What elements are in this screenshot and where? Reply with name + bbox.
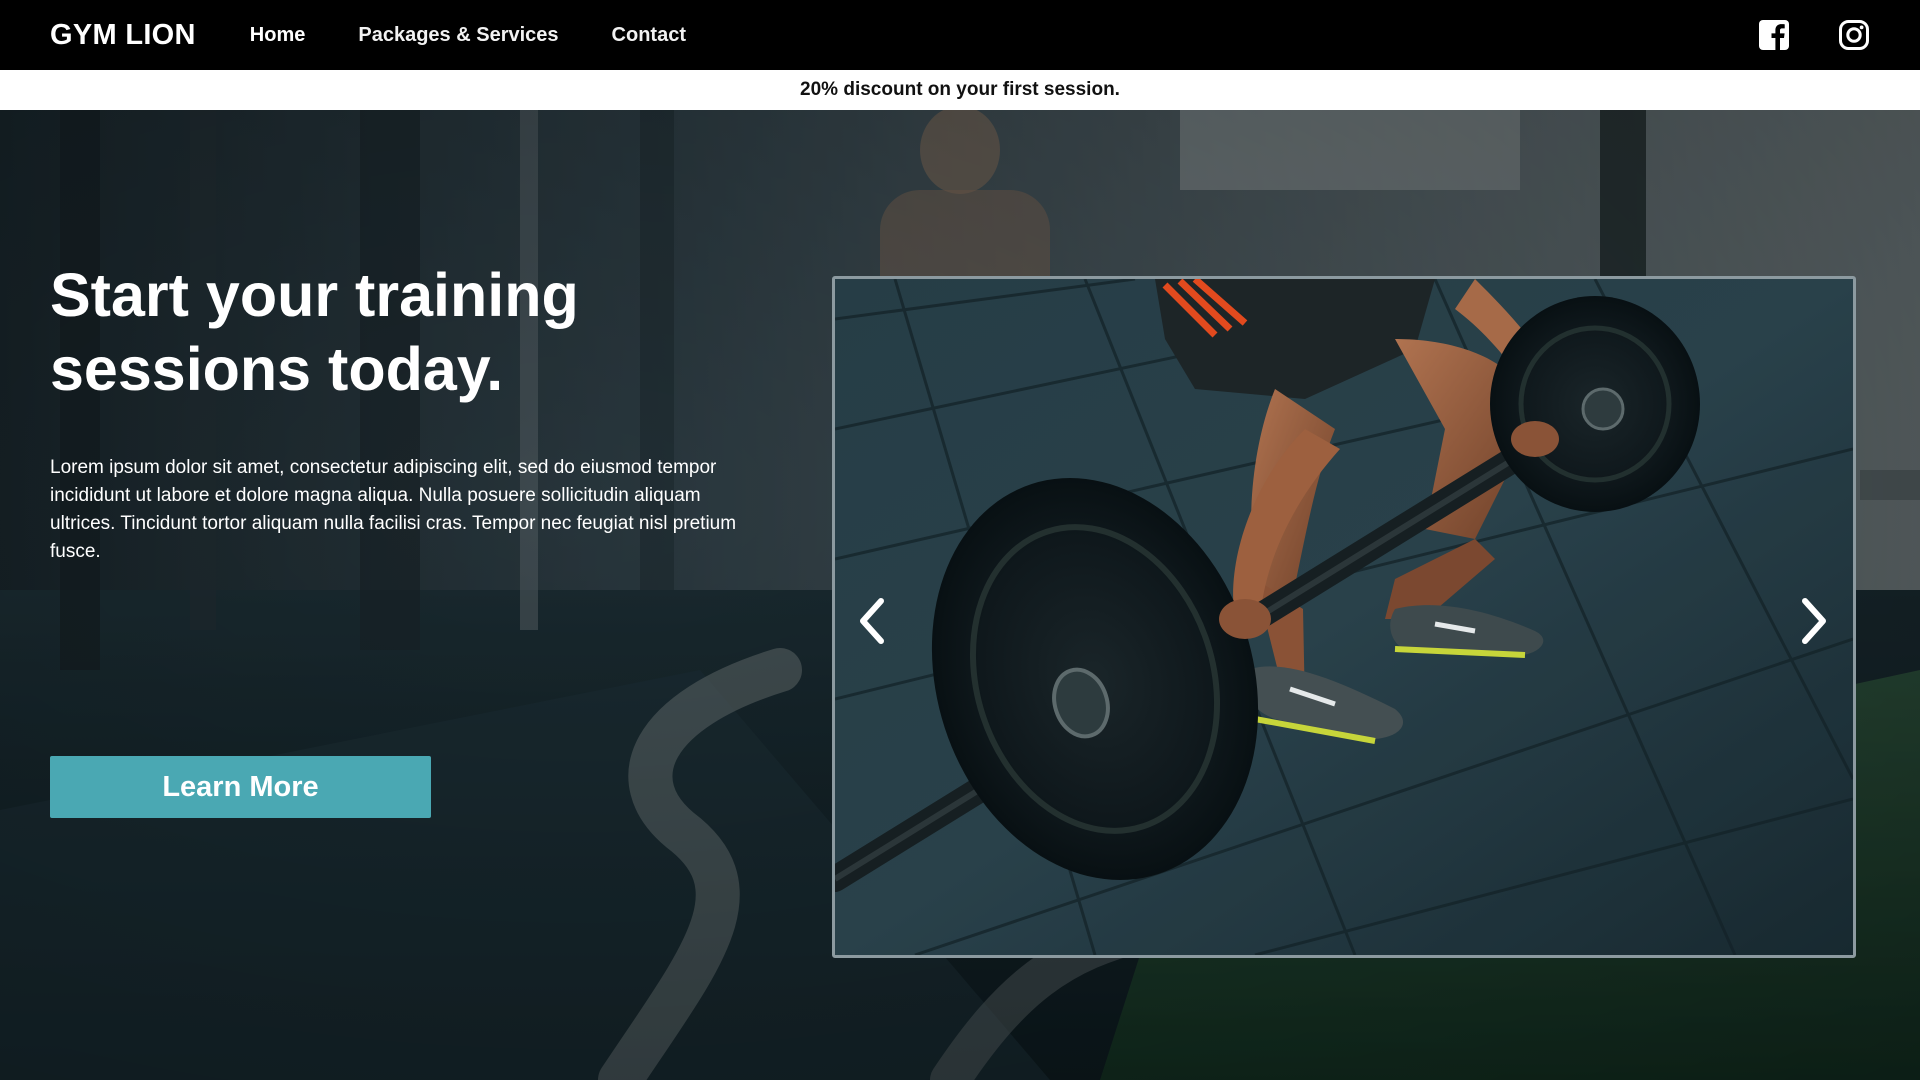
instagram-icon[interactable] xyxy=(1838,19,1870,51)
facebook-icon[interactable] xyxy=(1758,19,1790,51)
hero-section: Start your training sessions today. Lore… xyxy=(0,110,1920,1080)
top-navbar: GYM LION Home Packages & Services Contac… xyxy=(0,0,1920,70)
chevron-left-icon xyxy=(860,598,884,644)
hero-title: Start your training sessions today. xyxy=(50,261,579,403)
carousel-slide-image xyxy=(835,279,1853,955)
nav-link-home[interactable]: Home xyxy=(250,24,306,47)
hero-description: Lorem ipsum dolor sit amet, consectetur … xyxy=(50,457,737,562)
nav-link-packages-services[interactable]: Packages & Services xyxy=(358,24,558,47)
image-carousel xyxy=(832,276,1856,958)
hero-copy: Start your training sessions today. Lore… xyxy=(50,258,770,818)
carousel-next-button[interactable] xyxy=(1793,595,1833,647)
brand-logo[interactable]: GYM LION xyxy=(50,19,196,52)
carousel-prev-button[interactable] xyxy=(853,595,893,647)
chevron-right-icon xyxy=(1802,598,1826,644)
social-links xyxy=(1758,19,1870,51)
learn-more-button[interactable]: Learn More xyxy=(50,756,431,818)
nav-link-contact[interactable]: Contact xyxy=(612,24,686,47)
promo-banner: 20% discount on your first session. xyxy=(0,70,1920,110)
promo-text: 20% discount on your first session. xyxy=(800,79,1120,100)
